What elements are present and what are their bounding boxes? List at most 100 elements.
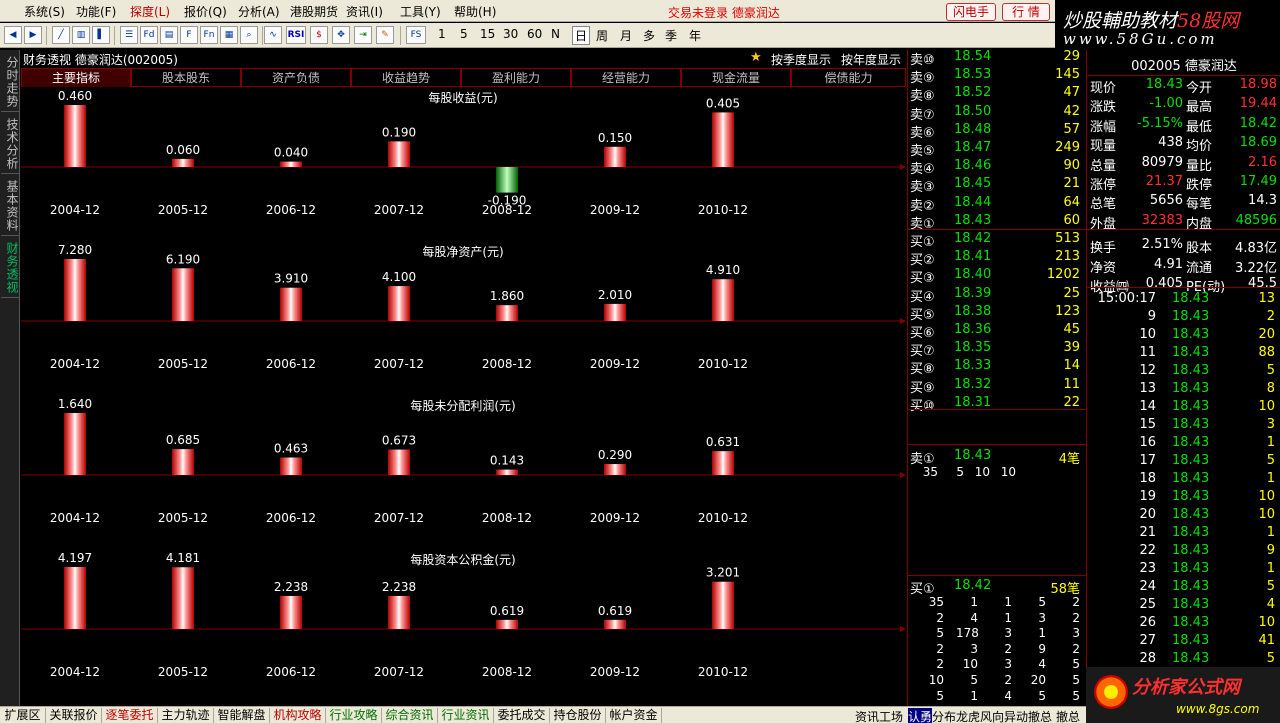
tab-main-force[interactable]: 主力轨迹 <box>158 708 214 723</box>
tab-general-news[interactable]: 综合资讯 <box>382 708 438 723</box>
right-tab-7[interactable]: 撤总 <box>1056 708 1080 723</box>
search-icon[interactable]: ⌕ <box>240 26 258 44</box>
menu-tools[interactable]: 工具(Y) <box>400 3 441 20</box>
tab-fundamentals[interactable]: 基本资料 <box>1 176 19 236</box>
report-icon[interactable]: ▤ <box>160 26 178 44</box>
sell-level-row[interactable]: 卖⑨ 18.53 145 <box>908 66 1084 86</box>
pen-icon[interactable]: ✎ <box>376 26 394 44</box>
sell-level-row[interactable]: 卖① 18.43 60 <box>908 212 1084 232</box>
tab-finance[interactable]: 财务透视 <box>1 238 19 298</box>
menu-analysis[interactable]: 分析(A) <box>238 3 280 20</box>
sell-level-row[interactable]: 卖③ 18.45 21 <box>908 175 1084 195</box>
menu-quote[interactable]: 报价(Q) <box>184 3 227 20</box>
menu-help[interactable]: 帮助(H) <box>454 3 496 20</box>
sell-level-row[interactable]: 卖⑦ 18.50 42 <box>908 103 1084 123</box>
fund-icon[interactable]: Fd <box>140 26 158 44</box>
tab-industry-strategy[interactable]: 行业攻略 <box>326 708 382 723</box>
rsi-icon[interactable]: RSI <box>286 26 306 44</box>
menu-function[interactable]: 功能(F) <box>76 3 116 20</box>
sell1-queue-header[interactable]: 卖① 18.43 4笔 <box>908 447 1084 467</box>
tab-order-by-order[interactable]: 逐笔委托 <box>102 708 158 723</box>
buy-level-row[interactable]: 买⑤ 18.38 123 <box>908 303 1084 323</box>
period-15min[interactable]: 15 <box>480 27 495 41</box>
forward-icon[interactable]: ▶ <box>24 26 42 44</box>
tab-profitability[interactable]: 盈利能力 <box>461 68 571 87</box>
tab-order-fill[interactable]: 委托成交 <box>494 708 550 723</box>
sell-level-row[interactable]: 卖② 18.44 64 <box>908 194 1084 214</box>
tab-operations[interactable]: 经营能力 <box>571 68 681 87</box>
menu-info[interactable]: 资讯(I) <box>346 3 383 20</box>
tab-technical[interactable]: 技术分析 <box>1 114 19 174</box>
tab-industry-news[interactable]: 行业资讯 <box>438 708 494 723</box>
tab-account-funds[interactable]: 帐户资金 <box>606 708 662 723</box>
period-multi[interactable]: 多 <box>643 27 655 44</box>
bar-chart-icon[interactable]: ▥ <box>72 26 90 44</box>
tick-time: 10 <box>1139 327 1156 342</box>
period-30min[interactable]: 30 <box>503 27 518 41</box>
tab-related-quote[interactable]: 关联报价 <box>46 708 102 723</box>
right-tab-4[interactable]: 风向 <box>980 708 1004 723</box>
buy-level-row[interactable]: 买⑨ 18.32 11 <box>908 376 1084 396</box>
sell-level-row[interactable]: 卖⑤ 18.47 249 <box>908 139 1084 159</box>
sell-level-row[interactable]: 卖⑧ 18.52 47 <box>908 84 1084 104</box>
period-quarter[interactable]: 季 <box>665 27 677 44</box>
tab-cash-flow[interactable]: 现金流量 <box>681 68 791 87</box>
sell-level-row[interactable]: 卖④ 18.46 90 <box>908 157 1084 177</box>
news-icon[interactable]: Fn <box>200 26 218 44</box>
period-60min[interactable]: 60 <box>527 27 542 41</box>
tab-smart-analysis[interactable]: 智能解盘 <box>214 708 270 723</box>
period-1min[interactable]: 1 <box>438 27 446 41</box>
chart-data-label: 0.190 <box>382 125 416 139</box>
period-year[interactable]: 年 <box>689 27 701 44</box>
menu-depth[interactable]: 探度(L) <box>130 3 170 20</box>
flash-trade-button[interactable]: 闪电手 <box>946 3 996 21</box>
right-tab-1[interactable]: 认勇 <box>908 708 933 723</box>
tab-balance-sheet[interactable]: 资产负债 <box>241 68 351 87</box>
money-icon[interactable]: $ <box>310 26 328 44</box>
kline-icon[interactable]: ▌ <box>92 26 110 44</box>
tab-institution[interactable]: 机构攻略 <box>270 708 326 723</box>
tab-main-indicators[interactable]: 主要指标 <box>21 68 131 87</box>
fs-icon[interactable]: FS <box>406 26 426 44</box>
sell-level-row[interactable]: 卖⑩ 18.54 29 <box>908 48 1084 68</box>
sell-level-row[interactable]: 卖⑥ 18.48 57 <box>908 121 1084 141</box>
buy-level-row[interactable]: 买① 18.42 513 <box>908 230 1084 250</box>
period-day[interactable]: 日 <box>572 26 591 45</box>
tab-extension[interactable]: 扩展区 <box>0 708 46 723</box>
period-5min[interactable]: 5 <box>460 27 468 41</box>
right-tab-0[interactable]: 资讯工场 <box>855 708 903 723</box>
indicator-icon[interactable]: ∿ <box>264 26 282 44</box>
table-icon[interactable]: ▦ <box>220 26 238 44</box>
minute-chart-icon[interactable]: ╱ <box>52 26 70 44</box>
market-button[interactable]: 行 情 <box>1002 3 1050 21</box>
enter-icon[interactable]: ⇥ <box>354 26 372 44</box>
tab-earnings-trend[interactable]: 收益趋势 <box>351 68 461 87</box>
period-n[interactable]: N <box>551 27 560 41</box>
menu-hk-futures[interactable]: 港股期货 <box>290 3 338 20</box>
year-view-option[interactable]: 按年度显示 <box>841 51 901 68</box>
buy-level-row[interactable]: 买③ 18.40 1202 <box>908 266 1084 286</box>
buy-level-row[interactable]: 买② 18.41 213 <box>908 248 1084 268</box>
menu-system[interactable]: 系统(S) <box>24 3 65 20</box>
tab-shareholders[interactable]: 股本股东 <box>131 68 241 87</box>
right-tab-2[interactable]: 分布 <box>932 708 956 723</box>
right-tab-6[interactable]: 撤总 <box>1028 708 1052 723</box>
tab-minute-trend[interactable]: 分时走势 <box>1 52 19 112</box>
tab-position[interactable]: 持仓股份 <box>550 708 606 723</box>
list-icon[interactable]: ☰ <box>120 26 138 44</box>
buy-level-row[interactable]: 买⑧ 18.33 14 <box>908 357 1084 377</box>
back-icon[interactable]: ◀ <box>4 26 22 44</box>
buy-level-row[interactable]: 买⑥ 18.36 45 <box>908 321 1084 341</box>
right-tab-3[interactable]: 龙虎 <box>956 708 980 723</box>
quarter-view-option[interactable]: 按季度显示 <box>771 51 831 68</box>
buy-level-row[interactable]: 买⑦ 18.35 39 <box>908 339 1084 359</box>
finance-icon[interactable]: F <box>180 26 198 44</box>
brand-title: 炒股輔助教材58股网 <box>1063 10 1240 32</box>
move-icon[interactable]: ✥ <box>332 26 350 44</box>
right-tab-5[interactable]: 异动 <box>1004 708 1028 723</box>
period-week[interactable]: 周 <box>596 27 608 44</box>
buy-level-row[interactable]: 买④ 18.39 25 <box>908 285 1084 305</box>
period-month[interactable]: 月 <box>620 27 632 44</box>
buy1-queue-header[interactable]: 买① 18.42 58笔 <box>908 577 1084 597</box>
tab-solvency[interactable]: 偿债能力 <box>791 68 906 87</box>
